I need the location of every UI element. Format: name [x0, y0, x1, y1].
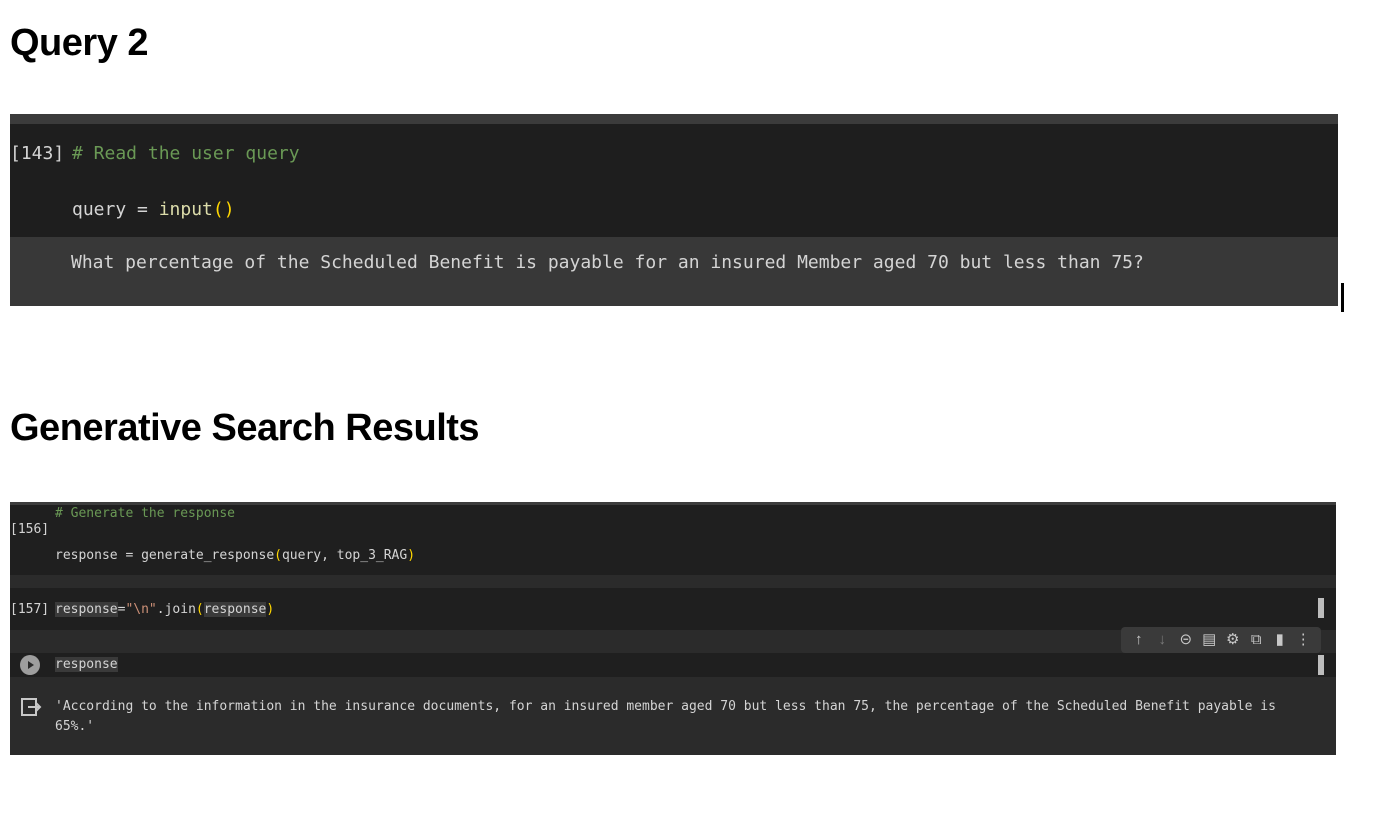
- code-comment: # Generate the response: [55, 506, 236, 521]
- notebook-cell-157[interactable]: [157] response="\n".join(response): [10, 588, 1336, 630]
- arrow-down-icon[interactable]: ↓: [1153, 631, 1171, 649]
- notebook-cell-143[interactable]: [143] # Read the user query query = inpu…: [10, 114, 1338, 306]
- output-icon[interactable]: [20, 696, 42, 718]
- run-cell-button[interactable]: [20, 655, 40, 675]
- scrollbar-marker[interactable]: [1318, 655, 1324, 675]
- code-comment: # Read the user query: [72, 143, 300, 164]
- code-line: response="\n".join(response): [55, 602, 274, 617]
- scrollbar-marker[interactable]: [1318, 598, 1324, 618]
- code-operator: =: [126, 199, 159, 220]
- output-line-2: 65%.': [55, 719, 95, 734]
- notebook-cell-active[interactable]: response: [10, 653, 1336, 677]
- cell-code-area[interactable]: [143] # Read the user query query = inpu…: [10, 124, 1338, 237]
- execution-count: [157]: [10, 602, 50, 617]
- code-variable: query: [72, 199, 127, 220]
- cell-output: 'According to the information in the ins…: [10, 684, 1336, 746]
- code-method: .join: [156, 602, 196, 617]
- code-paren: (): [212, 199, 235, 220]
- execution-count: [143]: [10, 143, 65, 164]
- mirror-cell-icon[interactable]: ⧉: [1247, 631, 1265, 649]
- code-paren: ): [407, 548, 416, 563]
- code-line: response: [55, 657, 118, 672]
- gear-icon[interactable]: ⚙: [1224, 631, 1242, 649]
- output-line-1: 'According to the information in the ins…: [55, 699, 1276, 714]
- query-2-heading: Query 2: [10, 22, 149, 64]
- code-arg: response: [203, 602, 267, 617]
- cell-top-bar: [10, 114, 1338, 124]
- code-text: response = generate_response: [55, 548, 275, 563]
- cell-toolbar: ↑ ↓ ⊝ ▤ ⚙ ⧉ ▮ ⋮: [1121, 627, 1321, 653]
- arrow-up-icon[interactable]: ↑: [1130, 631, 1148, 649]
- code-args: query, top_3_RAG: [281, 548, 408, 563]
- code-function: input: [158, 199, 213, 220]
- play-icon: [28, 661, 34, 669]
- comment-icon[interactable]: ▤: [1200, 631, 1218, 649]
- cell-output: What percentage of the Scheduled Benefit…: [10, 237, 1338, 306]
- notebook-cell-156[interactable]: # Generate the response [156] response =…: [10, 502, 1336, 575]
- execution-count: [156]: [10, 522, 50, 537]
- trash-icon[interactable]: ▮: [1271, 631, 1289, 649]
- link-icon[interactable]: ⊝: [1177, 631, 1195, 649]
- code-paren: (: [274, 548, 282, 563]
- code-string: "\n": [125, 602, 157, 617]
- code-line: response = generate_response(query, top_…: [55, 548, 415, 563]
- output-text: What percentage of the Scheduled Benefit…: [71, 252, 1144, 273]
- code-variable: response: [55, 602, 118, 617]
- code-paren: ): [266, 602, 275, 617]
- more-vert-icon[interactable]: ⋮: [1294, 631, 1312, 649]
- generative-results-heading: Generative Search Results: [10, 407, 480, 449]
- generative-results-cells: # Generate the response [156] response =…: [10, 502, 1336, 755]
- code-paren: (: [195, 602, 204, 617]
- text-cursor: [1341, 283, 1344, 312]
- code-line: query = input(): [72, 199, 235, 220]
